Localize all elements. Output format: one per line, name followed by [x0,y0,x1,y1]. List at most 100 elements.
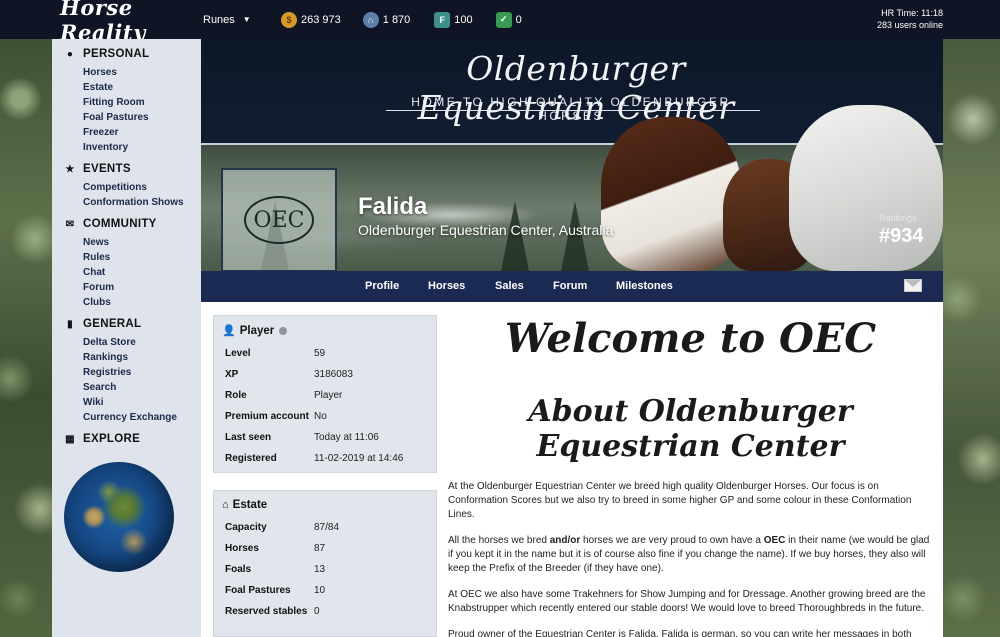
info-key: Reserved stables [225,606,308,617]
cash-icon: ✓ [495,11,512,28]
panel-title: ⌂ Estate [222,499,436,511]
rankings-label: Rankings [879,213,917,223]
info-row: Level 59 [214,343,436,364]
chat-bubbles-icon: ✉ [65,218,75,230]
info-value: No [314,411,327,422]
sidebar-item-delta-store[interactable]: Delta Store [83,335,201,350]
info-row: Last seen Today at 11:06 [214,427,436,448]
info-key: Foal Pastures [225,585,291,596]
description-paragraph: At OEC we also have some Trakehners for … [448,589,926,614]
info-key: Role [225,390,247,401]
sidebar-item-rules[interactable]: Rules [83,250,201,265]
sidebar-section-events: ★ EVENTS Competitions Conformation Shows [52,163,201,210]
info-row: Foal Pastures 10 [214,580,436,601]
tab-sales[interactable]: Sales [495,280,524,292]
info-value: 3186083 [314,369,353,380]
info-value: Player [314,390,343,401]
sidebar-item-chat[interactable]: Chat [83,265,201,280]
explore-globe-map[interactable] [64,462,174,572]
sidebar-item-rankings[interactable]: Rankings [83,350,201,365]
player-name: Falida [358,193,428,220]
info-key: XP [225,369,239,380]
site-logo[interactable]: Horse Reality [60,0,190,45]
profile-tabs: Profile Horses Sales Forum Milestones [201,271,943,302]
forest-background-right [943,39,1000,637]
info-value: 59 [314,348,326,359]
estate-info-panel: ⌂ Estate Capacity 87/84 Horses 87 Foals 13 … [213,490,437,637]
sidebar-item-inventory[interactable]: Inventory [83,140,201,155]
currency-value: 1 870 [382,13,411,26]
sidebar-item-horses[interactable]: Horses [83,65,201,80]
sidebar-item-foal-pastures[interactable]: Foal Pastures [83,110,201,125]
star-icon: ★ [65,163,75,175]
section-title-label: EXPLORE [83,433,141,445]
tab-milestones[interactable]: Milestones [616,280,673,292]
sidebar-section-personal: ● PERSONAL Horses Estate Fitting Room Fo… [52,48,201,155]
currency-cash[interactable]: ✓ 0 [495,11,522,28]
server-status: HR Time: 11:18 283 users online [877,7,943,31]
forest-background-left [0,39,52,637]
description-paragraph: At the Oldenburger Equestrian Center we … [448,481,912,520]
hr-time: HR Time: 11:18 [881,8,943,18]
description-paragraph: Proud owner of the Equestrian Center is … [448,629,912,637]
info-value: 87 [314,543,326,554]
profile-description: Welcome to OEC About Oldenburger Equestr… [448,315,933,637]
section-title-label: COMMUNITY [83,218,157,230]
sidebar-item-clubs[interactable]: Clubs [83,295,201,310]
sidebar-item-currency-exchange[interactable]: Currency Exchange [83,410,201,425]
info-key: Horses [225,543,259,554]
currency-ticket[interactable]: F 100 [434,11,473,28]
tab-horses[interactable]: Horses [428,280,465,292]
home-icon: ⌂ [222,499,229,511]
section-title-label: EVENTS [83,163,131,175]
offline-status-icon [279,326,288,335]
sidebar-item-conformation-shows[interactable]: Conformation Shows [83,195,201,210]
currency-value: 263 973 [301,13,341,26]
currency-horseshoe[interactable]: ∩ 1 870 [362,11,411,28]
info-key: Last seen [225,432,272,443]
sidebar-item-freezer[interactable]: Freezer [83,125,201,140]
runes-dropdown[interactable]: Runes ▼ [203,14,257,26]
info-row: Capacity 87/84 [214,517,436,538]
sidebar-item-wiki[interactable]: Wiki [83,395,201,410]
users-online: 283 users online [876,20,943,30]
send-message-icon[interactable] [904,279,922,292]
text-span: All the horses we bred [448,535,550,546]
tab-forum[interactable]: Forum [553,280,587,292]
sidebar-item-forum[interactable]: Forum [83,280,201,295]
text-span: and/or [549,535,581,546]
section-title-label: GENERAL [83,318,142,330]
info-row: Premium account No [214,406,436,427]
rankings-value[interactable]: #934 [879,225,924,248]
info-key: Premium account [225,411,309,422]
section-title: ✉ COMMUNITY [64,218,201,230]
currency-gold[interactable]: $ 263 973 [281,11,341,28]
panel-title: 👤 Player [222,324,436,337]
description-paragraph: All the horses we bred and/or horses we … [448,534,933,576]
info-row: XP 3186083 [214,364,436,385]
info-key: Capacity [225,522,267,533]
player-info-panel: 👤 Player Level 59 XP 3186083 Role Player Pr… [213,315,437,473]
welcome-heading: Welcome to OEC [504,315,877,362]
section-title: ★ EVENTS [64,163,201,175]
gold-coin-icon: $ [281,11,297,28]
runes-label: Runes [203,13,235,26]
currency-value: 0 [515,13,522,26]
sidebar-item-competitions[interactable]: Competitions [83,180,201,195]
sidebar-item-estate[interactable]: Estate [83,80,201,95]
info-key: Registered [225,453,277,464]
sidebar-item-fitting-room[interactable]: Fitting Room [83,95,201,110]
sidebar-item-search[interactable]: Search [83,380,201,395]
section-title: ▮ GENERAL [64,318,201,330]
currency-value: 100 [454,13,473,26]
tab-profile[interactable]: Profile [365,280,399,292]
info-value: 0 [314,606,320,617]
sidebar-item-news[interactable]: News [83,235,201,250]
info-row: Registered 11-02-2019 at 14:46 [214,448,436,469]
info-row: Foals 13 [214,559,436,580]
stable-subtitle: HOME TO HIGH QUALITY OLDENBURGER HORSES [411,95,731,123]
info-value: Today at 11:06 [314,432,379,443]
sidebar-item-registries[interactable]: Registries [83,365,201,380]
user-circle-icon: ● [66,48,74,60]
sidebar-section-explore: ▦ EXPLORE [52,433,201,445]
